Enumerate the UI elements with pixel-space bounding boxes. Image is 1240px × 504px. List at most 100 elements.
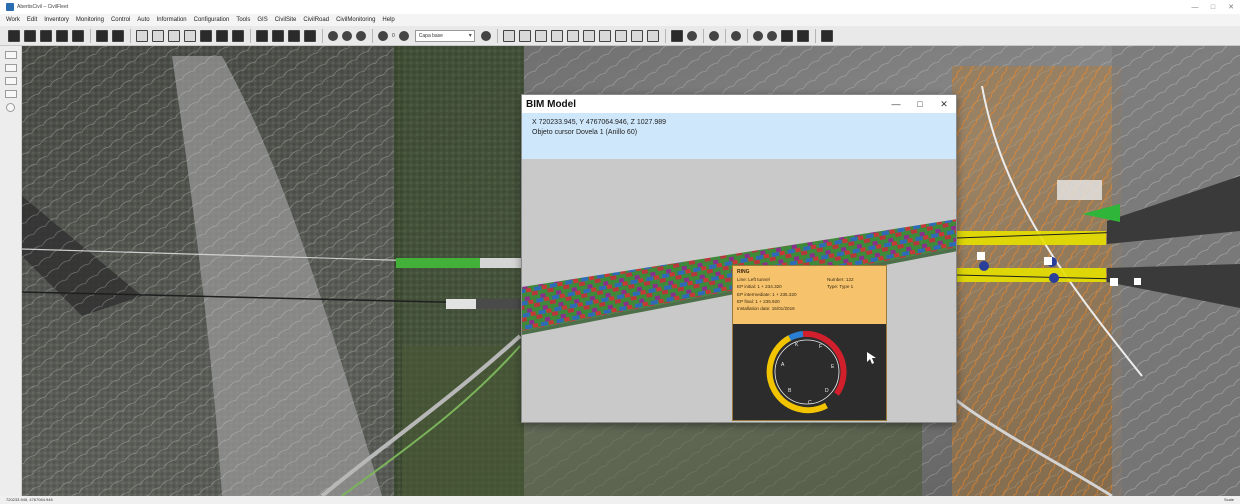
measure-tool-icon[interactable]: [4, 90, 17, 98]
frame-10-icon[interactable]: [646, 29, 659, 42]
globe-icon[interactable]: [342, 30, 352, 41]
record-icon[interactable]: [480, 30, 491, 41]
target-icon[interactable]: [752, 30, 763, 41]
ring-installation-date: Installation date: 15/01/2016: [737, 306, 795, 312]
menu-civilsite[interactable]: CivilSite: [275, 17, 297, 23]
toolbar-separator: [322, 28, 323, 43]
bim-window-title: BIM Model: [526, 98, 576, 110]
frame-8-icon[interactable]: [614, 29, 627, 42]
frame-5-icon[interactable]: [566, 29, 579, 42]
edit-tool-icon[interactable]: [4, 77, 17, 85]
frame-4-icon[interactable]: [550, 29, 563, 42]
new-icon[interactable]: [8, 29, 20, 42]
layers-icon[interactable]: [96, 29, 108, 42]
title-bar: AbertisCivil – CivilFleet — □ ✕: [0, 0, 1240, 14]
menu-edit[interactable]: Edit: [27, 17, 37, 23]
ring-ep-initial: EP initial: 1 + 234.320: [737, 284, 782, 290]
bim-minimize-button[interactable]: —: [884, 99, 908, 109]
pointer-tool-icon[interactable]: [4, 51, 17, 59]
search-icon[interactable]: [708, 30, 719, 41]
draw-tool-icon[interactable]: [4, 64, 17, 72]
ring-label-a: A: [781, 362, 785, 368]
ring-label-k: K: [795, 342, 799, 348]
select-icon[interactable]: [200, 29, 212, 42]
open-icon[interactable]: [24, 29, 36, 42]
bim-model-window[interactable]: BIM Model — □ ✕ X 720233.945, Y 4767064.…: [521, 94, 957, 423]
sync-icon[interactable]: [780, 29, 793, 42]
toolbar-separator: [250, 28, 251, 43]
stop-icon[interactable]: [686, 30, 697, 41]
menu-information[interactable]: Information: [157, 17, 187, 23]
info-icon[interactable]: [232, 29, 244, 42]
menu-civilmonitoring[interactable]: CivilMonitoring: [336, 17, 375, 23]
ring-yellow-segment: [766, 335, 828, 414]
toolbar-separator: [814, 28, 816, 43]
frame-6-icon[interactable]: [582, 29, 595, 42]
zoom-extent-icon[interactable]: [168, 29, 180, 42]
minimize-button[interactable]: —: [1186, 4, 1204, 11]
menu-work[interactable]: Work: [6, 17, 20, 23]
ring-label-c: C: [808, 400, 812, 406]
calendar-icon[interactable]: [304, 29, 316, 42]
frame-1-icon[interactable]: [502, 29, 515, 42]
frame-9-icon[interactable]: [630, 29, 643, 42]
menu-configuration[interactable]: Configuration: [194, 17, 230, 23]
zoom-in-icon[interactable]: [136, 29, 148, 42]
save-icon[interactable]: [40, 29, 52, 42]
filter-icon[interactable]: [766, 30, 777, 41]
toolbar-separator: [702, 28, 704, 43]
maximize-button[interactable]: □: [1204, 4, 1222, 11]
frame-2-icon[interactable]: [518, 29, 531, 42]
menu-help[interactable]: Help: [382, 17, 394, 23]
zoom-out-icon[interactable]: [152, 29, 164, 42]
lock-icon[interactable]: [730, 30, 741, 41]
toolbar-separator: [90, 28, 91, 43]
chart-icon[interactable]: [256, 29, 268, 42]
menu-inventory[interactable]: Inventory: [44, 17, 69, 23]
menu-gis[interactable]: GIS: [257, 17, 267, 23]
menu-tools[interactable]: Tools: [236, 17, 250, 23]
report-icon[interactable]: [272, 29, 284, 42]
print-icon[interactable]: [56, 29, 68, 42]
app-logo-icon: [6, 3, 14, 11]
toolbar-separator: [496, 28, 498, 43]
bim-3d-viewport[interactable]: RING Line: Left tunnel EP initial: 1 + 2…: [522, 159, 956, 422]
ring-diagram: K A B C D E F: [766, 330, 876, 414]
left-tool-strip: [0, 46, 22, 496]
link-icon[interactable]: [398, 30, 409, 41]
grid-icon[interactable]: [288, 29, 300, 42]
play-icon[interactable]: [670, 29, 683, 42]
ring-red-segment: [802, 330, 847, 396]
menu-auto[interactable]: Auto: [137, 17, 149, 23]
ring-label-d: D: [825, 388, 829, 394]
ring-ep-intermediate: EP intermediate: 1 + 235.320: [737, 291, 797, 297]
menu-monitoring[interactable]: Monitoring: [76, 17, 104, 23]
measure-icon[interactable]: [216, 29, 228, 42]
ring-line: Line: Left tunnel: [737, 277, 770, 283]
camera-icon[interactable]: [356, 30, 366, 41]
frame-3-icon[interactable]: [534, 29, 547, 42]
close-button[interactable]: ✕: [1222, 3, 1240, 11]
toolbar-separator: [746, 28, 748, 43]
table-icon[interactable]: [112, 29, 124, 42]
bim-cursor-object: Objeto cursor Dovela 1 (Anillo 60): [532, 129, 638, 136]
export-icon[interactable]: [72, 29, 84, 42]
ring-info-card: RING Line: Left tunnel EP initial: 1 + 2…: [733, 266, 886, 324]
ring-ep-final: EP final: 1 + 235.920: [737, 298, 780, 304]
menu-control[interactable]: Control: [111, 17, 130, 23]
ring-popup: RING Line: Left tunnel EP initial: 1 + 2…: [732, 265, 887, 421]
settings-icon[interactable]: [378, 30, 388, 41]
menu-civilroad[interactable]: CivilRoad: [303, 17, 329, 23]
gps-icon[interactable]: [328, 30, 338, 41]
toolbar-separator: [372, 28, 373, 43]
pan-icon[interactable]: [184, 29, 196, 42]
bim-close-button[interactable]: ✕: [932, 99, 956, 110]
status-scale: Scale: [1223, 497, 1234, 502]
circle-tool-icon[interactable]: [6, 103, 15, 112]
help-icon[interactable]: [820, 29, 833, 42]
bim-maximize-button[interactable]: □: [908, 99, 932, 109]
bim-title-bar[interactable]: BIM Model — □ ✕: [522, 95, 956, 113]
layer-select[interactable]: Capa base: [414, 29, 475, 42]
frame-7-icon[interactable]: [598, 29, 611, 42]
bookmark-icon[interactable]: [796, 29, 809, 42]
